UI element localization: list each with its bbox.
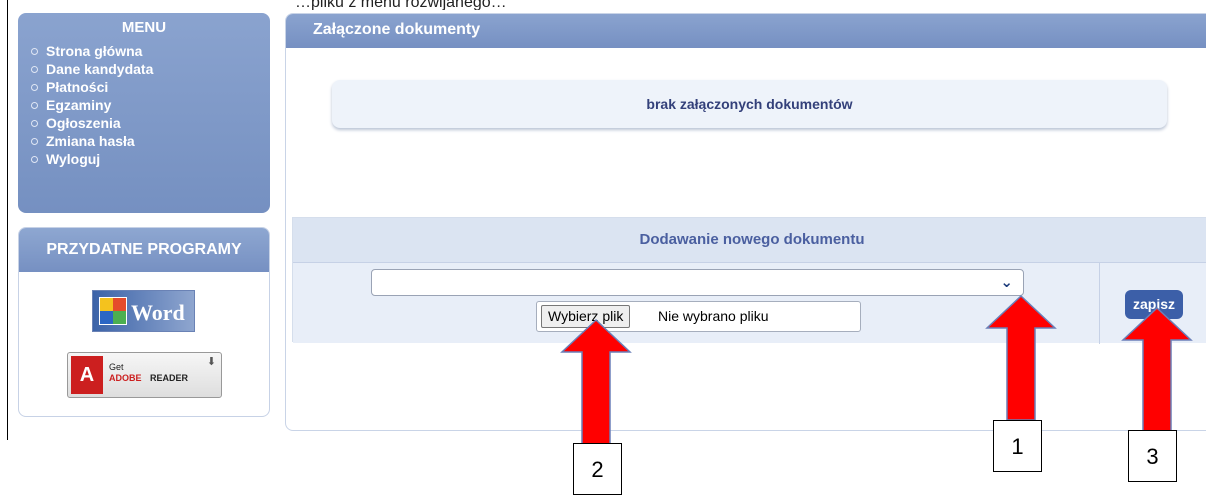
add-document-header: Dodawanie nowego dokumentu xyxy=(293,218,1206,262)
top-text: …pliku z menu rozwijanego… xyxy=(295,0,507,10)
menu-item-logout[interactable]: Wyloguj xyxy=(31,150,270,168)
red-arrow-2 xyxy=(560,318,632,445)
menu-item-home[interactable]: Strona główna xyxy=(31,42,270,60)
panel-header: Załączone dokumenty xyxy=(286,14,1206,48)
menu-item-payments[interactable]: Płatności xyxy=(31,78,270,96)
bullet-icon xyxy=(31,83,38,91)
red-arrow-3 xyxy=(1121,306,1193,433)
office-icon xyxy=(99,297,127,325)
menu-item-candidate-data[interactable]: Dane kandydata xyxy=(31,60,270,78)
microsoft-word-logo[interactable]: Word xyxy=(92,290,195,332)
annotation-label-3: 3 xyxy=(1128,430,1177,482)
attached-documents-panel: Załączone dokumenty brak załączonych dok… xyxy=(285,13,1206,431)
useful-programs-title: PRZYDATNE PROGRAMY xyxy=(19,228,269,272)
useful-programs-panel: PRZYDATNE PROGRAMY Word A Get ADOBE READ… xyxy=(18,227,270,417)
bullet-icon xyxy=(31,47,38,55)
red-arrow-1 xyxy=(985,294,1057,421)
add-document-table: Dodawanie nowego dokumentu ⌄ Wybierz pli… xyxy=(292,217,1206,344)
panel-title: Załączone dokumenty xyxy=(313,21,481,38)
bullet-icon xyxy=(31,101,38,109)
download-icon: ⬇ xyxy=(206,356,216,368)
document-type-select[interactable]: ⌄ xyxy=(371,269,1024,296)
annotation-label-1: 1 xyxy=(993,420,1042,472)
add-document-row: ⌄ Wybierz plik Nie wybrano pliku zapisz xyxy=(293,262,1206,344)
annotation-label-2: 2 xyxy=(573,443,622,495)
menu-list: Strona główna Dane kandydata Płatności E… xyxy=(18,42,270,168)
no-documents-info: brak załączonych dokumentów xyxy=(332,80,1167,128)
adobe-reader-logo[interactable]: A Get ADOBE READER ⬇ xyxy=(67,352,222,398)
bullet-icon xyxy=(31,65,38,73)
bullet-icon xyxy=(31,155,38,163)
menu-item-announcements[interactable]: Ogłoszenia xyxy=(31,114,270,132)
menu-item-change-password[interactable]: Zmiana hasła xyxy=(31,132,270,150)
chevron-down-icon: ⌄ xyxy=(1000,274,1013,291)
menu-panel: MENU Strona główna Dane kandydata Płatno… xyxy=(18,13,270,213)
bullet-icon xyxy=(31,119,38,127)
adobe-icon: A xyxy=(71,356,103,394)
left-rule xyxy=(7,0,8,440)
bullet-icon xyxy=(31,137,38,145)
menu-title: MENU xyxy=(121,19,167,36)
column-divider xyxy=(1099,263,1100,344)
file-status: Nie wybrano pliku xyxy=(658,308,769,324)
menu-item-exams[interactable]: Egzaminy xyxy=(31,96,270,114)
